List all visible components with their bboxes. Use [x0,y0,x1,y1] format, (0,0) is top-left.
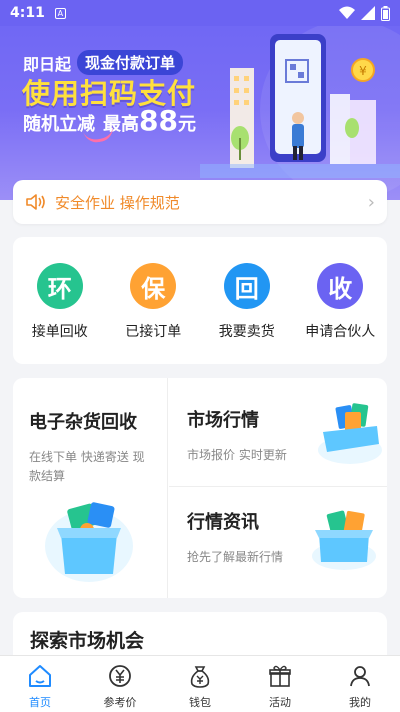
action-partner[interactable]: 收 申请合伙人 [295,263,385,341]
speaker-icon [26,194,45,210]
action-accept-recycle[interactable]: 环 接单回收 [15,263,105,341]
services-grid: 电子杂货回收 在线下单 快递寄送 现款结算 市场行情 市场报价 实时更新 行情资… [13,378,387,598]
yen-circle-icon [109,665,131,687]
action-sell[interactable]: 回 我要卖货 [202,263,292,341]
chevron-right-icon: › [367,191,375,213]
safety-notice[interactable]: 安全作业 操作规范 › [13,180,387,224]
card-recycle[interactable]: 电子杂货回收 在线下单 快递寄送 现款结算 [13,378,168,598]
nav-activity[interactable]: 活动 [240,656,320,712]
card-market[interactable]: 市场行情 市场报价 实时更新 [169,378,387,487]
action-label: 已接订单 [125,324,182,340]
home-icon [29,665,51,687]
card-title: 电子杂货回收 [29,412,137,433]
notice-text: 安全作业 操作规范 [55,193,180,212]
gift-box-illustration [45,502,133,582]
nav-home[interactable]: 首页 [0,656,80,712]
nav-reference-price[interactable]: 参考价 [80,656,160,712]
wifi-icon [339,6,355,19]
user-icon [350,666,370,687]
money-bag-icon [190,666,210,688]
promo-banner[interactable]: 即日起 现金付款订单 使用扫码支付 随机立减 最高88元 ¥ [0,0,400,200]
collect-icon: 收 [317,263,364,309]
bottom-nav: 首页 参考价 钱包 活动 我的 [0,655,400,712]
status-time: 4:11 [10,5,45,21]
news-illustration [312,510,376,570]
nav-label: 钱包 [189,696,211,709]
nav-wallet[interactable]: 钱包 [160,656,240,712]
return-icon: 回 [223,263,270,309]
card-news[interactable]: 行情资讯 抢先了解最新行情 [169,488,387,598]
signal-icon [361,6,375,20]
banner-illustration: ¥ [200,34,400,178]
shield-icon: 保 [130,263,177,309]
nav-label: 活动 [269,696,291,709]
action-label: 申请合伙人 [305,324,376,340]
status-bar: 4:11 A [0,0,400,26]
nav-label: 首页 [29,696,51,709]
action-label: 接单回收 [31,324,88,340]
nav-label: 参考价 [103,696,137,709]
gift-icon [269,665,291,687]
action-label: 我要卖货 [218,324,275,340]
action-accepted-orders[interactable]: 保 已接订单 [108,263,198,341]
quick-actions: 环 接单回收 保 已接订单 回 我要卖货 收 申请合伙人 [13,237,387,364]
explore-title: 探索市场机会 [30,630,145,652]
battery-icon [381,5,390,21]
recycle-icon: 环 [36,263,83,309]
card-desc: 在线下单 快递寄送 现款结算 [29,450,145,483]
coin-icon: ¥ [359,64,367,78]
nav-label: 我的 [349,696,371,709]
market-illustration [318,403,382,464]
nav-profile[interactable]: 我的 [320,656,400,712]
notification-icon: A [54,7,66,19]
